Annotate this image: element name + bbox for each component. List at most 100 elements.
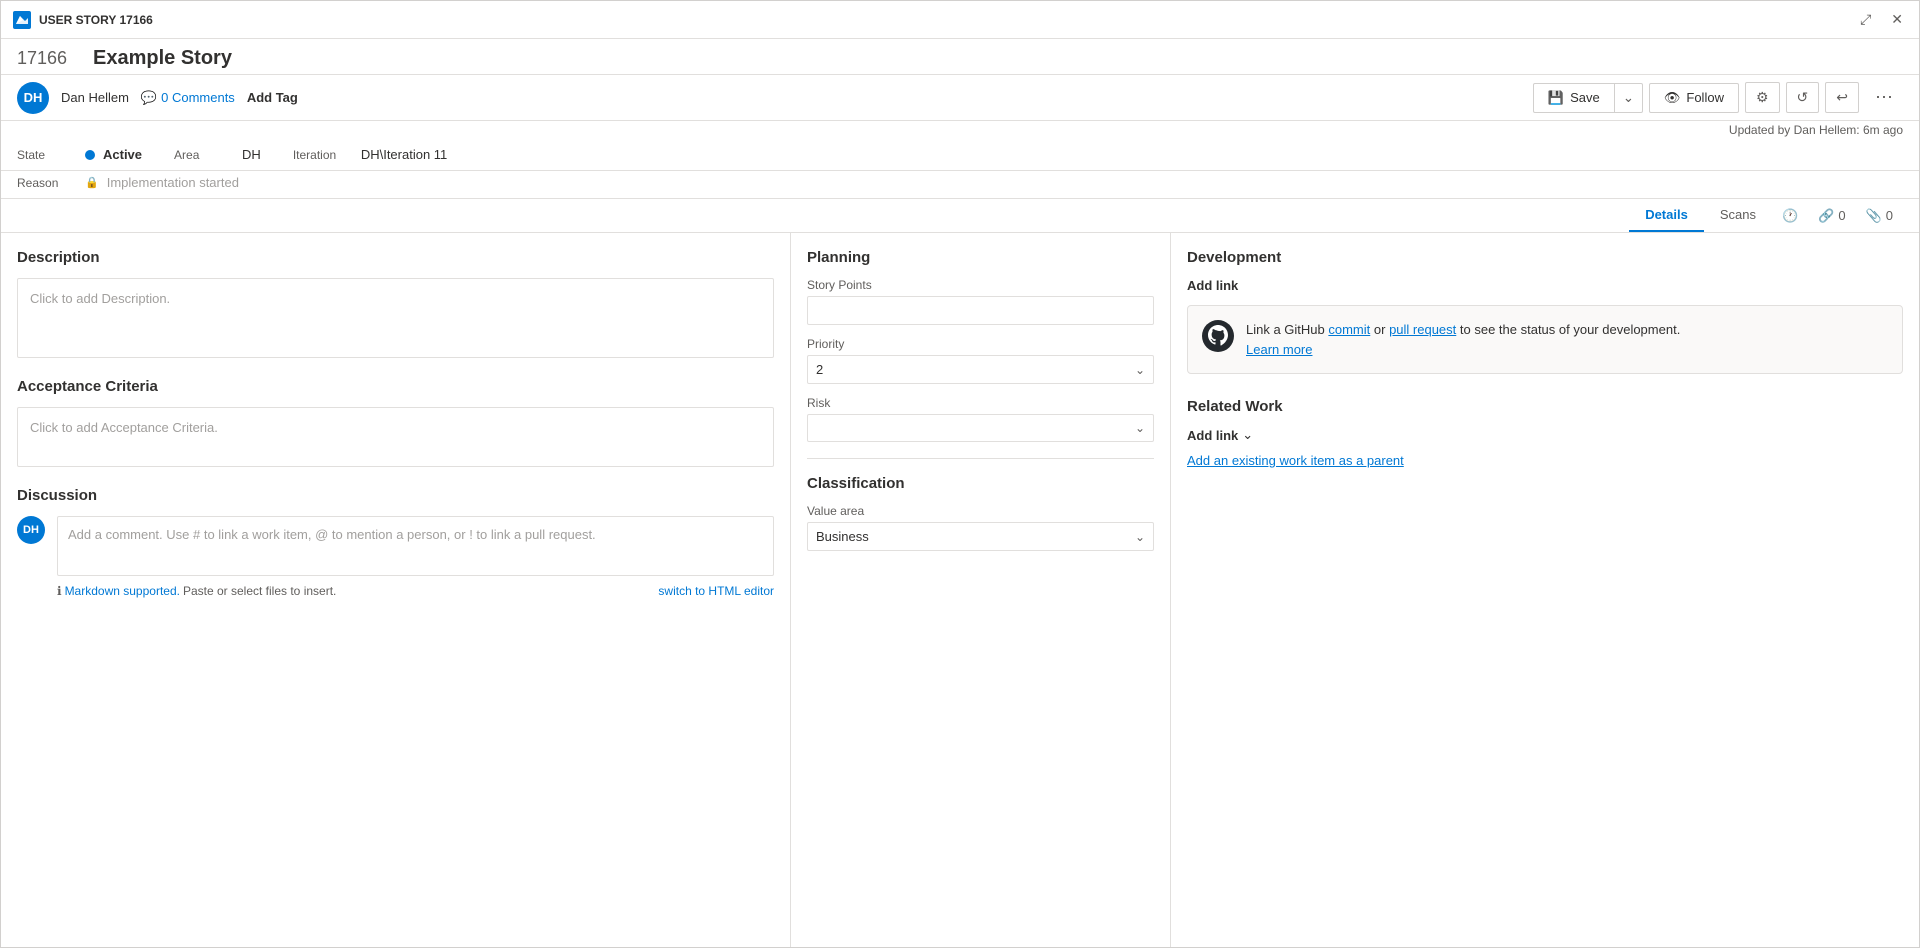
value-area-value: Business xyxy=(816,529,869,544)
add-tag-button[interactable]: Add Tag xyxy=(247,90,298,105)
state-field: State Active xyxy=(17,147,142,162)
acceptance-placeholder: Click to add Acceptance Criteria. xyxy=(30,420,218,435)
related-work-section: Related Work Add link ⌄ Add an existing … xyxy=(1187,398,1903,468)
markdown-note: ℹ Markdown supported. Paste or select fi… xyxy=(57,584,336,598)
dev-add-link-button[interactable]: Add link xyxy=(1187,278,1903,293)
story-points-input[interactable] xyxy=(807,296,1154,325)
middle-pane: Planning Story Points Priority 2 ⌄ Risk xyxy=(791,233,1171,947)
add-existing-parent-link[interactable]: Add an existing work item as a parent xyxy=(1187,453,1404,468)
description-title: Description xyxy=(17,249,774,266)
planning-section: Planning Story Points Priority 2 ⌄ Risk xyxy=(807,249,1154,442)
github-commit-link[interactable]: commit xyxy=(1328,322,1370,337)
acceptance-criteria-input[interactable]: Click to add Acceptance Criteria. xyxy=(17,407,774,467)
learn-more-link[interactable]: Learn more xyxy=(1246,342,1312,357)
azure-devops-icon xyxy=(13,11,31,29)
classification-section: Classification Value area Business ⌄ xyxy=(807,475,1154,551)
links-count: 0 xyxy=(1838,208,1845,223)
planning-divider xyxy=(807,458,1154,459)
dev-add-link-label: Add link xyxy=(1187,278,1238,293)
settings-button[interactable]: ⚙ xyxy=(1745,82,1780,113)
title-bar-left: USER STORY 17166 xyxy=(13,11,153,29)
github-icon xyxy=(1202,320,1234,352)
refresh-button[interactable]: ↺ xyxy=(1786,82,1820,113)
comment-icon: 💬 xyxy=(141,90,157,106)
reason-row: Reason 🔒 Implementation started xyxy=(1,171,1919,199)
comments-link[interactable]: 💬 0 Comments xyxy=(141,90,235,106)
tab-details[interactable]: Details xyxy=(1629,199,1704,232)
related-add-link-button[interactable]: Add link ⌄ xyxy=(1187,427,1903,443)
priority-label: Priority xyxy=(807,337,1154,351)
toolbar: DH Dan Hellem 💬 0 Comments Add Tag 💾 Sav… xyxy=(1,75,1919,121)
title-bar: USER STORY 17166 ⤢ ✕ xyxy=(1,1,1919,39)
expand-button[interactable]: ⤢ xyxy=(1856,7,1875,32)
author-name: Dan Hellem xyxy=(61,90,129,105)
tab-history[interactable]: 🕐 xyxy=(1772,200,1808,232)
state-label: State xyxy=(17,148,77,162)
save-button-group: 💾 Save ⌄ xyxy=(1533,83,1643,113)
related-add-link-chevron-icon: ⌄ xyxy=(1242,427,1253,443)
discussion-title: Discussion xyxy=(17,487,774,504)
more-options-button[interactable]: ⋯ xyxy=(1865,81,1903,114)
risk-field: Risk ⌄ xyxy=(807,396,1154,442)
lock-icon: 🔒 xyxy=(85,176,99,189)
save-button[interactable]: 💾 Save xyxy=(1534,84,1614,112)
eye-icon: 👁 xyxy=(1664,90,1681,106)
reason-value[interactable]: Implementation started xyxy=(107,175,239,190)
value-area-label: Value area xyxy=(807,504,1154,518)
value-area-chevron-icon: ⌄ xyxy=(1135,530,1145,544)
main-content: Description Click to add Description. Ac… xyxy=(1,233,1919,947)
classification-title: Classification xyxy=(807,475,1154,492)
history-icon: 🕐 xyxy=(1782,208,1798,224)
title-bar-right: ⤢ ✕ xyxy=(1856,7,1907,32)
planning-title: Planning xyxy=(807,249,1154,266)
window-title: USER STORY 17166 xyxy=(39,13,153,27)
attachment-icon: 📎 xyxy=(1866,208,1882,224)
attachments-count: 0 xyxy=(1886,208,1893,223)
comment-footer: ℹ Markdown supported. Paste or select fi… xyxy=(57,584,774,598)
area-value[interactable]: DH xyxy=(242,147,261,162)
iteration-value[interactable]: DH\Iteration 11 xyxy=(361,147,447,162)
story-points-label: Story Points xyxy=(807,278,1154,292)
tabs-row: Details Scans 🕐 🔗 0 📎 0 xyxy=(1,199,1919,233)
description-placeholder: Click to add Description. xyxy=(30,291,170,306)
iteration-label: Iteration xyxy=(293,148,353,162)
markdown-link[interactable]: Markdown supported. xyxy=(65,584,180,598)
right-pane: Development Add link Link a GitHub commi… xyxy=(1171,233,1919,947)
comment-input[interactable]: Add a comment. Use # to link a work item… xyxy=(57,516,774,576)
save-icon: 💾 xyxy=(1548,90,1564,106)
work-item-title[interactable]: Example Story xyxy=(93,47,1903,70)
risk-select[interactable]: ⌄ xyxy=(807,414,1154,442)
priority-chevron-icon: ⌄ xyxy=(1135,363,1145,377)
html-editor-link[interactable]: switch to HTML editor xyxy=(658,584,774,598)
tab-scans[interactable]: Scans xyxy=(1704,199,1772,232)
value-area-select[interactable]: Business ⌄ xyxy=(807,522,1154,551)
follow-button[interactable]: 👁 Follow xyxy=(1649,83,1739,113)
toolbar-left: DH Dan Hellem 💬 0 Comments Add Tag xyxy=(17,82,298,114)
github-integration-box: Link a GitHub commit or pull request to … xyxy=(1187,305,1903,374)
undo-button[interactable]: ↩ xyxy=(1825,82,1859,113)
discussion-section: Discussion DH Add a comment. Use # to li… xyxy=(17,487,774,598)
close-button[interactable]: ✕ xyxy=(1887,7,1907,32)
risk-label: Risk xyxy=(807,396,1154,410)
iteration-field: Iteration DH\Iteration 11 xyxy=(293,147,447,162)
updated-by: Updated by Dan Hellem: 6m ago xyxy=(1,121,1919,139)
state-value[interactable]: Active xyxy=(103,147,142,162)
comments-count: 0 Comments xyxy=(161,90,235,105)
save-dropdown-button[interactable]: ⌄ xyxy=(1614,84,1642,112)
priority-select[interactable]: 2 ⌄ xyxy=(807,355,1154,384)
story-points-field: Story Points xyxy=(807,278,1154,325)
tab-attachments[interactable]: 📎 0 xyxy=(1856,200,1903,232)
description-input[interactable]: Click to add Description. xyxy=(17,278,774,358)
acceptance-criteria-title: Acceptance Criteria xyxy=(17,378,774,395)
tab-links[interactable]: 🔗 0 xyxy=(1808,200,1855,232)
related-add-link-label: Add link xyxy=(1187,428,1238,443)
github-prefix: Link a GitHub xyxy=(1246,322,1328,337)
state-tabs-row: State Active Area DH Iteration DH\Iterat… xyxy=(1,139,1919,171)
toolbar-right: 💾 Save ⌄ 👁 Follow ⚙ ↺ ↩ ⋯ xyxy=(1533,81,1903,114)
github-pr-link[interactable]: pull request xyxy=(1389,322,1456,337)
risk-chevron-icon: ⌄ xyxy=(1135,421,1145,435)
state-fields: State Active Area DH Iteration DH\Iterat… xyxy=(1,139,1919,170)
priority-value: 2 xyxy=(816,362,823,377)
area-label: Area xyxy=(174,148,234,162)
commenter-avatar: DH xyxy=(17,516,45,544)
